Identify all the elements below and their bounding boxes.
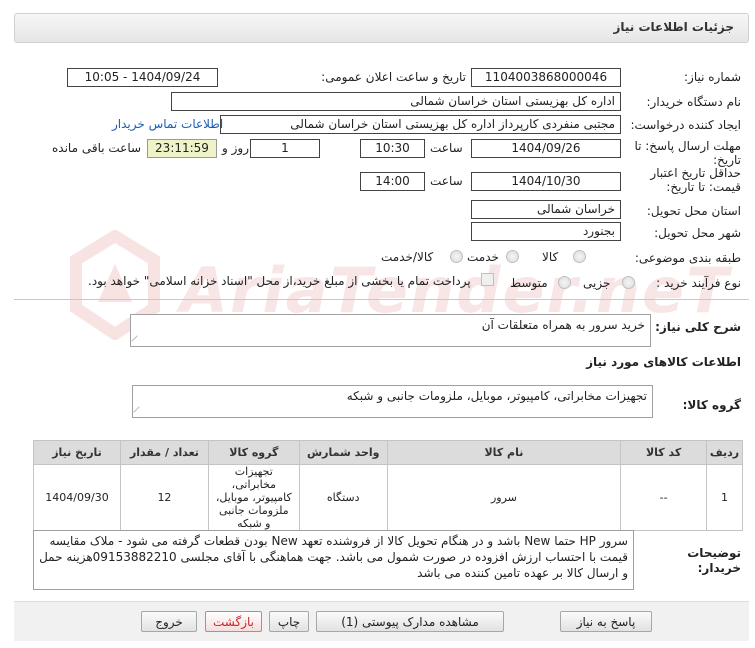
back-button[interactable]: بازگشت [205, 611, 262, 632]
deadline-label-2: تاریخ: [713, 153, 741, 167]
col-header-group: گروه کالا [207, 440, 300, 465]
notes-label: توضیحات [687, 546, 741, 560]
deadline-time-label: ساعت [430, 141, 463, 155]
category-radio-goods-service[interactable] [450, 250, 463, 263]
table-row[interactable]: 1 -- سرور دستگاه تجهیزات مخابراتی، کامپی… [32, 464, 743, 531]
summary-text: خرید سرور به همراه متعلقات آن [481, 318, 645, 332]
divider [14, 299, 749, 300]
print-button[interactable]: چاپ [269, 611, 309, 632]
remaining-time-field: 23:11:59 [147, 139, 217, 158]
category-radio-goods[interactable] [573, 250, 586, 263]
validity-label-2: قیمت: تا تاریخ: [666, 180, 741, 194]
items-table: ردیف کد کالا نام کالا واحد شمارش گروه کا… [32, 440, 743, 531]
city-field: بجنورد [471, 222, 621, 241]
deadline-label: مهلت ارسال پاسخ: تا [634, 139, 741, 153]
announce-field: 1404/09/24 - 10:05 [67, 68, 218, 87]
summary-textarea[interactable]: خرید سرور به همراه متعلقات آن [130, 314, 651, 347]
notes-label-2: خریدار: [697, 561, 741, 575]
cell-code: -- [620, 464, 708, 531]
city-label: شهر محل تحویل: [654, 226, 741, 240]
exit-button[interactable]: خروج [141, 611, 197, 632]
col-header-row: ردیف [706, 440, 743, 465]
validity-time-label: ساعت [430, 174, 463, 188]
category-option-goods-service: کالا/خدمت [381, 250, 434, 264]
col-header-code: کد کالا [620, 440, 708, 465]
view-documents-button[interactable]: مشاهده مدارک پیوستی (1) [316, 611, 504, 632]
validity-date-field: 1404/10/30 [471, 172, 621, 191]
process-option-partial: جزیی [583, 276, 611, 290]
province-field: خراسان شمالی [471, 200, 621, 219]
goods-info-title: اطلاعات کالاهای مورد نیاز [586, 355, 741, 369]
buyer-label: نام دستگاه خریدار: [646, 95, 742, 109]
resize-handle-icon[interactable] [131, 335, 143, 347]
cell-unit: دستگاه [298, 464, 388, 531]
table-header-row: ردیف کد کالا نام کالا واحد شمارش گروه کا… [32, 440, 743, 465]
validity-time-field: 14:00 [360, 172, 425, 191]
days-field: 1 [250, 139, 320, 158]
goods-group-textarea[interactable]: تجهیزات مخابراتی، کامپیوتر، موبایل، ملزو… [132, 385, 653, 418]
need-number-field: 1104003868000046 [471, 68, 621, 87]
goods-group-label: گروه کالا: [682, 398, 741, 412]
deadline-date-field: 1404/09/26 [471, 139, 621, 158]
category-option-service: خدمت [467, 250, 499, 264]
cell-group: تجهیزات مخابراتی، کامپیوتر، موبایل، ملزو… [207, 464, 300, 531]
page-title: جزئیات اطلاعات نیاز [613, 20, 734, 34]
col-header-qty: تعداد / مقدار [120, 440, 209, 465]
page-header: جزئیات اطلاعات نیاز [14, 13, 749, 43]
requester-field: مجتبی منفردی کارپرداز اداره کل بهزیستی ا… [220, 115, 621, 134]
process-option-medium: متوسط [510, 276, 548, 290]
cell-name: سرور [386, 464, 622, 531]
requester-label: ایجاد کننده درخواست: [630, 118, 741, 132]
reply-button[interactable]: پاسخ به نیاز [560, 611, 652, 632]
cell-row: 1 [706, 464, 743, 531]
need-number-label: شماره نیاز: [684, 70, 741, 84]
col-header-unit: واحد شمارش [298, 440, 388, 465]
category-label: طبقه بندی موضوعی: [634, 251, 741, 265]
notes-textarea[interactable]: سرور HP حتما New باشد و در هنگام تحویل ک… [33, 530, 634, 590]
cell-qty: 12 [120, 464, 209, 531]
validity-label: حداقل تاریخ اعتبار [650, 166, 741, 180]
category-option-goods: کالا [542, 250, 559, 264]
category-radio-service[interactable] [506, 250, 519, 263]
buyer-field: اداره کل بهزیستی استان خراسان شمالی [171, 92, 621, 111]
payment-note: پرداخت تمام یا بخشی از مبلغ خرید،از محل … [88, 274, 471, 288]
deadline-time-field: 10:30 [360, 139, 425, 158]
cell-date: 1404/09/30 [32, 464, 122, 531]
days-label: روز و [222, 141, 249, 155]
province-label: استان محل تحویل: [646, 204, 741, 218]
process-radio-partial[interactable] [622, 276, 635, 289]
resize-handle-icon[interactable] [133, 406, 145, 418]
process-radio-medium[interactable] [558, 276, 571, 289]
col-header-date: تاریخ نیاز [32, 440, 122, 465]
remaining-label: ساعت باقی مانده [52, 141, 142, 155]
contact-buyer-link[interactable]: اطلاعات تماس خریدار [112, 117, 223, 131]
process-label: نوع فرآیند خرید : [656, 276, 741, 290]
treasury-checkbox[interactable] [481, 273, 494, 286]
announce-label: تاریخ و ساعت اعلان عمومی: [321, 70, 466, 84]
col-header-name: نام کالا [386, 440, 622, 465]
goods-group-text: تجهیزات مخابراتی، کامپیوتر، موبایل، ملزو… [346, 389, 647, 403]
notes-text: سرور HP حتما New باشد و در هنگام تحویل ک… [39, 534, 628, 580]
summary-label: شرح کلی نیاز: [655, 320, 741, 334]
